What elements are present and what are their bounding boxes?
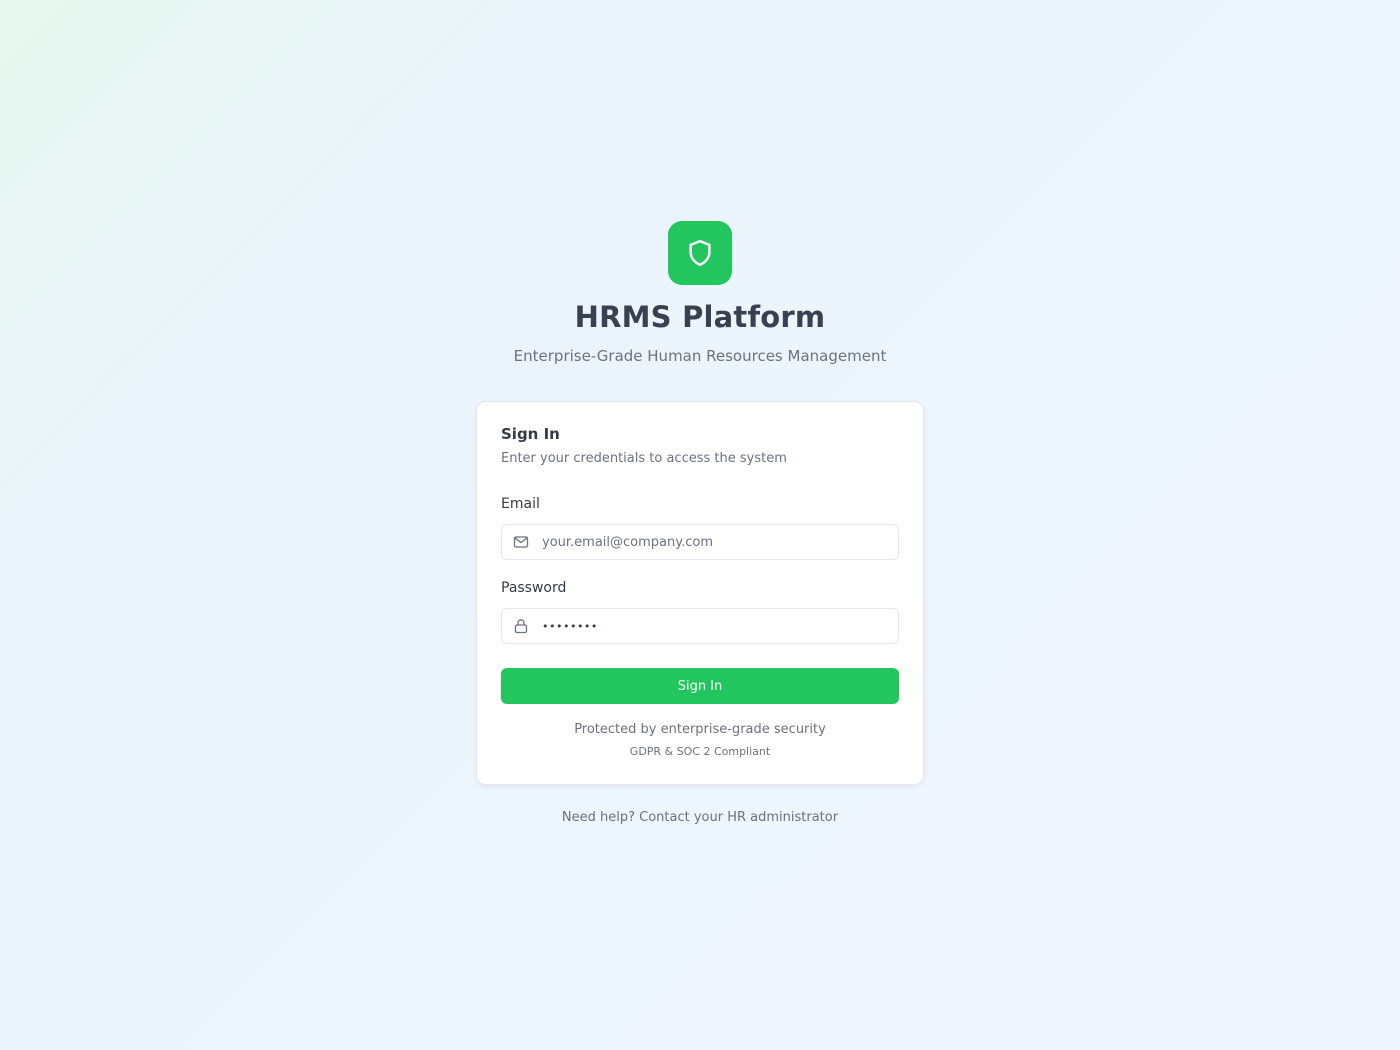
password-label: Password xyxy=(501,580,567,596)
help-text: Need help? Contact your HR administrator xyxy=(561,810,839,825)
security-note: Protected by enterprise-grade security xyxy=(574,722,826,737)
signin-card: Sign In Enter your credentials to access… xyxy=(476,401,924,785)
card-title: Sign In xyxy=(501,425,560,443)
shield-icon xyxy=(685,238,715,268)
password-input[interactable] xyxy=(542,609,892,643)
compliance-note: GDPR & SOC 2 Compliant xyxy=(629,745,771,758)
card-description: Enter your credentials to access the sys… xyxy=(501,451,787,466)
email-input[interactable] xyxy=(542,525,892,559)
sign-in-button[interactable]: Sign In xyxy=(501,668,899,704)
lock-icon xyxy=(513,618,529,634)
app-subtitle: Enterprise-Grade Human Resources Managem… xyxy=(513,347,887,365)
mail-icon xyxy=(513,534,529,550)
email-label: Email xyxy=(501,496,540,512)
logo-badge xyxy=(668,221,732,285)
login-page: HRMS Platform Enterprise-Grade Human Res… xyxy=(0,0,1400,1050)
app-title: HRMS Platform xyxy=(574,300,826,334)
password-field[interactable] xyxy=(501,608,899,644)
email-field[interactable] xyxy=(501,524,899,560)
